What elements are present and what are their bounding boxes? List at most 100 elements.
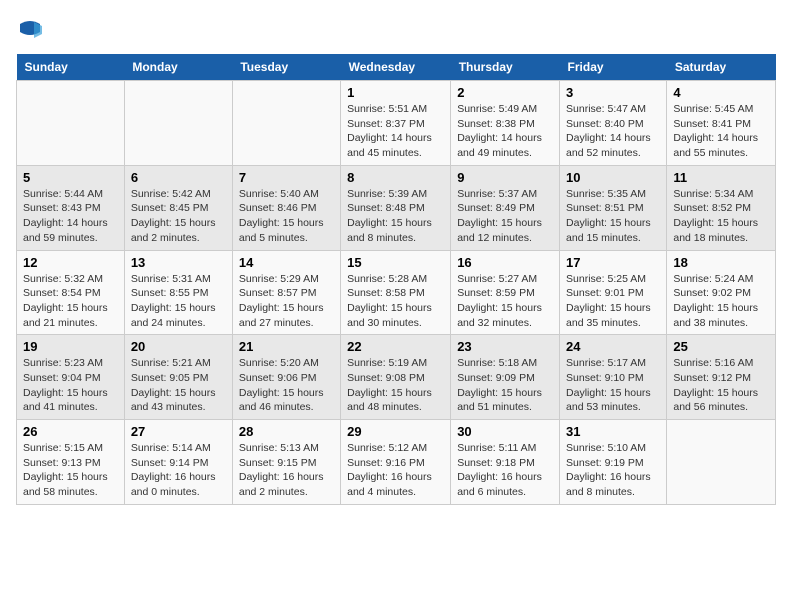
calendar-day-header: Thursday <box>451 54 560 81</box>
day-info: Sunrise: 5:27 AM Sunset: 8:59 PM Dayligh… <box>457 272 553 331</box>
day-number: 2 <box>457 85 553 100</box>
calendar-cell: 2 Sunrise: 5:49 AM Sunset: 8:38 PM Daylig… <box>451 81 560 166</box>
calendar-cell: 9 Sunrise: 5:37 AM Sunset: 8:49 PM Daylig… <box>451 165 560 250</box>
calendar-cell: 11 Sunrise: 5:34 AM Sunset: 8:52 PM Dayli… <box>667 165 776 250</box>
calendar-cell: 30 Sunrise: 5:11 AM Sunset: 9:18 PM Dayli… <box>451 420 560 505</box>
day-info: Sunrise: 5:49 AM Sunset: 8:38 PM Dayligh… <box>457 102 553 161</box>
calendar-cell: 23 Sunrise: 5:18 AM Sunset: 9:09 PM Dayli… <box>451 335 560 420</box>
day-number: 4 <box>673 85 769 100</box>
day-number: 12 <box>23 255 118 270</box>
calendar-cell: 16 Sunrise: 5:27 AM Sunset: 8:59 PM Dayli… <box>451 250 560 335</box>
calendar-cell: 21 Sunrise: 5:20 AM Sunset: 9:06 PM Dayli… <box>232 335 340 420</box>
calendar-cell: 27Sunrise: 5:14 AM Sunset: 9:14 PM Dayli… <box>124 420 232 505</box>
calendar-week-row: 26 Sunrise: 5:15 AM Sunset: 9:13 PM Dayli… <box>17 420 776 505</box>
day-info: Sunrise: 5:34 AM Sunset: 8:52 PM Dayligh… <box>673 187 769 246</box>
calendar-header-row: SundayMondayTuesdayWednesdayThursdayFrid… <box>17 54 776 81</box>
day-info: Sunrise: 5:39 AM Sunset: 8:48 PM Dayligh… <box>347 187 444 246</box>
calendar-cell: 3 Sunrise: 5:47 AM Sunset: 8:40 PM Daylig… <box>560 81 667 166</box>
day-info: Sunrise: 5:32 AM Sunset: 8:54 PM Dayligh… <box>23 272 118 331</box>
calendar-cell: 14Sunrise: 5:29 AM Sunset: 8:57 PM Dayli… <box>232 250 340 335</box>
day-number: 16 <box>457 255 553 270</box>
calendar-cell: 18 Sunrise: 5:24 AM Sunset: 9:02 PM Dayli… <box>667 250 776 335</box>
day-number: 20 <box>131 339 226 354</box>
calendar-day-header: Saturday <box>667 54 776 81</box>
day-number: 29 <box>347 424 444 439</box>
day-number: 18 <box>673 255 769 270</box>
calendar-cell: 8 Sunrise: 5:39 AM Sunset: 8:48 PM Daylig… <box>341 165 451 250</box>
day-number: 31 <box>566 424 660 439</box>
day-number: 5 <box>23 170 118 185</box>
calendar-cell <box>232 81 340 166</box>
day-number: 9 <box>457 170 553 185</box>
calendar-cell: 12 Sunrise: 5:32 AM Sunset: 8:54 PM Dayli… <box>17 250 125 335</box>
calendar-cell: 13 Sunrise: 5:31 AM Sunset: 8:55 PM Dayli… <box>124 250 232 335</box>
day-number: 21 <box>239 339 334 354</box>
logo <box>16 16 48 44</box>
calendar-cell: 29Sunrise: 5:12 AM Sunset: 9:16 PM Dayli… <box>341 420 451 505</box>
day-info: Sunrise: 5:25 AM Sunset: 9:01 PM Dayligh… <box>566 272 660 331</box>
calendar-cell <box>17 81 125 166</box>
day-info: Sunrise: 5:16 AM Sunset: 9:12 PM Dayligh… <box>673 356 769 415</box>
day-info: Sunrise: 5:40 AM Sunset: 8:46 PM Dayligh… <box>239 187 334 246</box>
calendar-week-row: 12 Sunrise: 5:32 AM Sunset: 8:54 PM Dayli… <box>17 250 776 335</box>
day-number: 10 <box>566 170 660 185</box>
calendar-day-header: Sunday <box>17 54 125 81</box>
calendar-cell: 31Sunrise: 5:10 AM Sunset: 9:19 PM Dayli… <box>560 420 667 505</box>
calendar-cell: 19Sunrise: 5:23 AM Sunset: 9:04 PM Dayli… <box>17 335 125 420</box>
day-number: 25 <box>673 339 769 354</box>
calendar-cell <box>667 420 776 505</box>
day-info: Sunrise: 5:19 AM Sunset: 9:08 PM Dayligh… <box>347 356 444 415</box>
day-number: 24 <box>566 339 660 354</box>
day-number: 30 <box>457 424 553 439</box>
day-number: 14 <box>239 255 334 270</box>
calendar-cell: 22Sunrise: 5:19 AM Sunset: 9:08 PM Dayli… <box>341 335 451 420</box>
day-number: 13 <box>131 255 226 270</box>
day-info: Sunrise: 5:47 AM Sunset: 8:40 PM Dayligh… <box>566 102 660 161</box>
page-header <box>16 16 776 44</box>
day-info: Sunrise: 5:28 AM Sunset: 8:58 PM Dayligh… <box>347 272 444 331</box>
day-info: Sunrise: 5:18 AM Sunset: 9:09 PM Dayligh… <box>457 356 553 415</box>
calendar-cell: 7 Sunrise: 5:40 AM Sunset: 8:46 PM Daylig… <box>232 165 340 250</box>
day-number: 8 <box>347 170 444 185</box>
calendar-cell: 20 Sunrise: 5:21 AM Sunset: 9:05 PM Dayli… <box>124 335 232 420</box>
day-number: 26 <box>23 424 118 439</box>
calendar-cell: 10Sunrise: 5:35 AM Sunset: 8:51 PM Dayli… <box>560 165 667 250</box>
calendar-cell: 26 Sunrise: 5:15 AM Sunset: 9:13 PM Dayli… <box>17 420 125 505</box>
day-info: Sunrise: 5:20 AM Sunset: 9:06 PM Dayligh… <box>239 356 334 415</box>
calendar-day-header: Monday <box>124 54 232 81</box>
day-number: 17 <box>566 255 660 270</box>
calendar-week-row: 1 Sunrise: 5:51 AM Sunset: 8:37 PM Daylig… <box>17 81 776 166</box>
calendar-week-row: 19Sunrise: 5:23 AM Sunset: 9:04 PM Dayli… <box>17 335 776 420</box>
day-info: Sunrise: 5:37 AM Sunset: 8:49 PM Dayligh… <box>457 187 553 246</box>
calendar-cell: 24 Sunrise: 5:17 AM Sunset: 9:10 PM Dayli… <box>560 335 667 420</box>
day-info: Sunrise: 5:31 AM Sunset: 8:55 PM Dayligh… <box>131 272 226 331</box>
day-info: Sunrise: 5:42 AM Sunset: 8:45 PM Dayligh… <box>131 187 226 246</box>
day-number: 19 <box>23 339 118 354</box>
calendar-cell: 6 Sunrise: 5:42 AM Sunset: 8:45 PM Daylig… <box>124 165 232 250</box>
day-info: Sunrise: 5:11 AM Sunset: 9:18 PM Dayligh… <box>457 441 553 500</box>
calendar-cell: 5 Sunrise: 5:44 AM Sunset: 8:43 PM Daylig… <box>17 165 125 250</box>
day-number: 28 <box>239 424 334 439</box>
calendar-cell: 28 Sunrise: 5:13 AM Sunset: 9:15 PM Dayli… <box>232 420 340 505</box>
calendar-day-header: Friday <box>560 54 667 81</box>
day-info: Sunrise: 5:15 AM Sunset: 9:13 PM Dayligh… <box>23 441 118 500</box>
calendar-cell: 25 Sunrise: 5:16 AM Sunset: 9:12 PM Dayli… <box>667 335 776 420</box>
day-number: 1 <box>347 85 444 100</box>
day-number: 23 <box>457 339 553 354</box>
calendar-day-header: Wednesday <box>341 54 451 81</box>
day-number: 27 <box>131 424 226 439</box>
day-info: Sunrise: 5:17 AM Sunset: 9:10 PM Dayligh… <box>566 356 660 415</box>
day-info: Sunrise: 5:13 AM Sunset: 9:15 PM Dayligh… <box>239 441 334 500</box>
day-info: Sunrise: 5:44 AM Sunset: 8:43 PM Dayligh… <box>23 187 118 246</box>
day-number: 7 <box>239 170 334 185</box>
day-info: Sunrise: 5:21 AM Sunset: 9:05 PM Dayligh… <box>131 356 226 415</box>
day-info: Sunrise: 5:51 AM Sunset: 8:37 PM Dayligh… <box>347 102 444 161</box>
calendar-cell: 15Sunrise: 5:28 AM Sunset: 8:58 PM Dayli… <box>341 250 451 335</box>
calendar-cell <box>124 81 232 166</box>
day-number: 6 <box>131 170 226 185</box>
day-info: Sunrise: 5:24 AM Sunset: 9:02 PM Dayligh… <box>673 272 769 331</box>
logo-icon <box>16 16 44 44</box>
day-number: 11 <box>673 170 769 185</box>
day-number: 3 <box>566 85 660 100</box>
calendar-table: SundayMondayTuesdayWednesdayThursdayFrid… <box>16 54 776 505</box>
